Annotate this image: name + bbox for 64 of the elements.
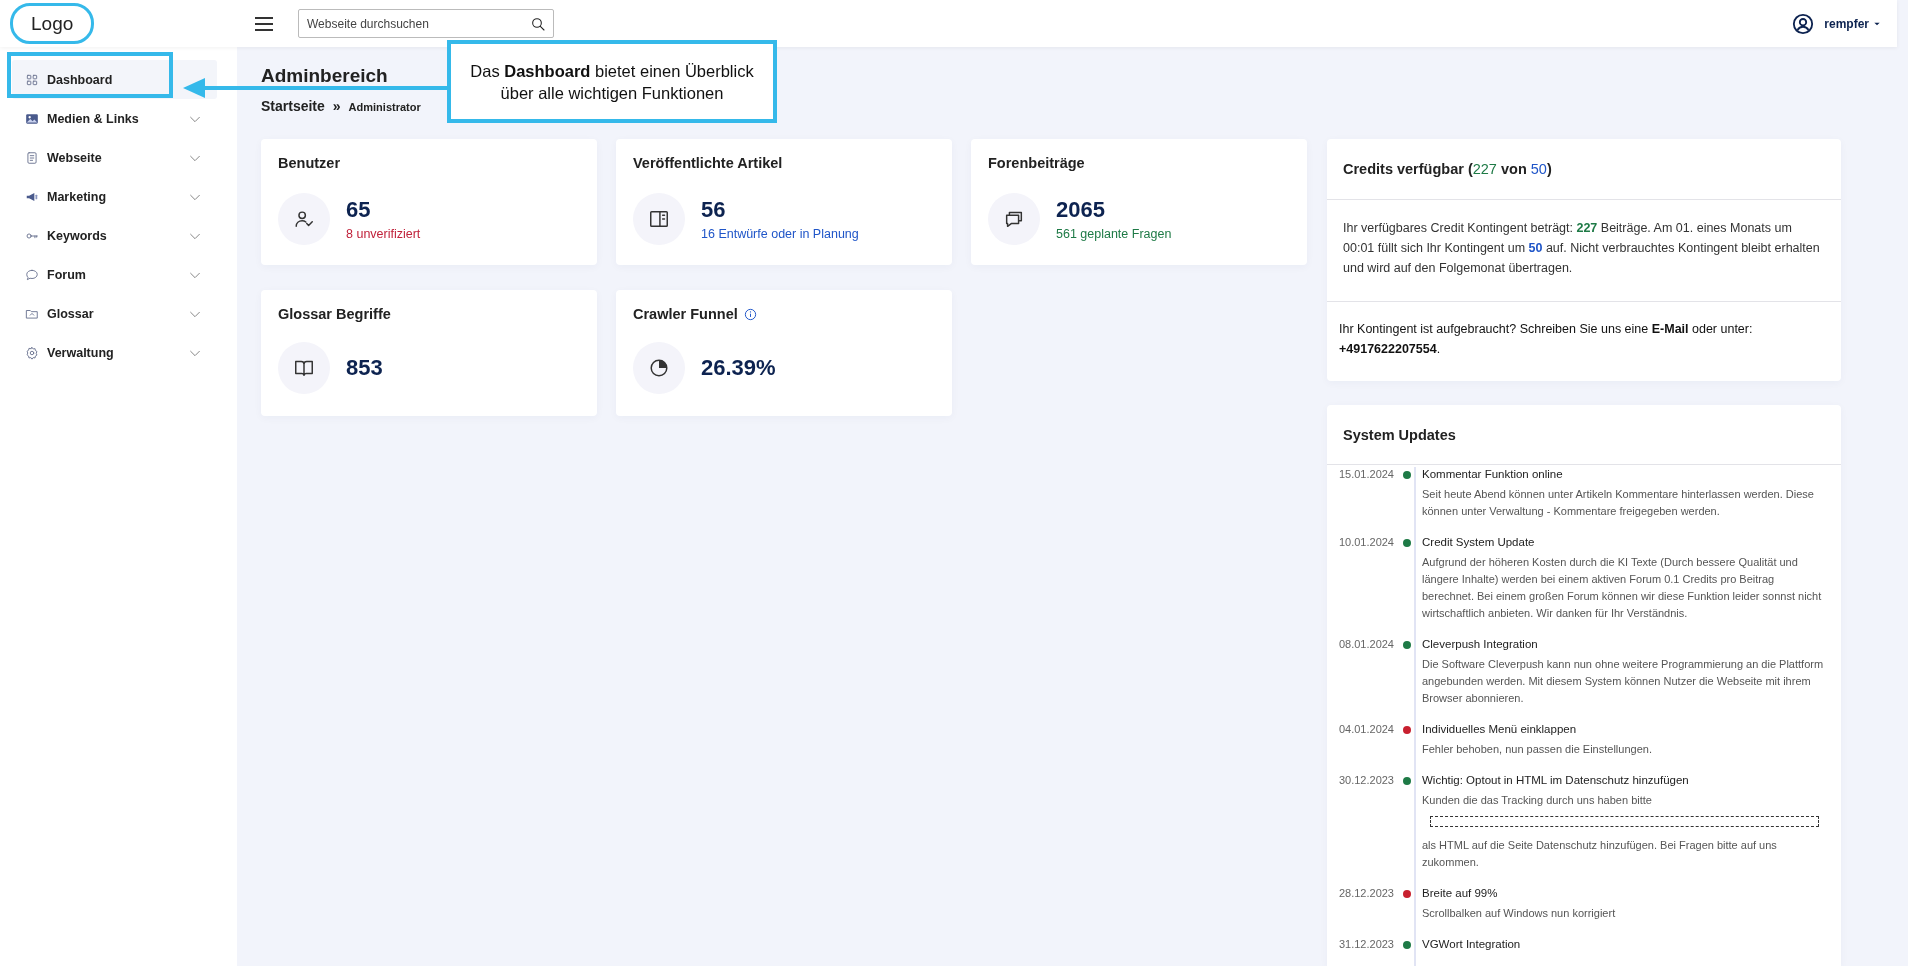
- card-title: Veröffentlichte Artikel: [633, 155, 783, 171]
- logo: Logo: [10, 3, 95, 44]
- user-avatar-icon[interactable]: [1792, 12, 1815, 35]
- update-date: 30.12.2023: [1337, 773, 1394, 788]
- document-icon: [25, 150, 39, 165]
- search-icon[interactable]: [530, 15, 546, 32]
- credits-text: Ihr verfügbares Credit Kontingent beträgt: 227 Beiträge. Am 01. eines Monats um 00:01 füllt sich Ihr Kontingent um 50 auf. Nicht verbrauchtes Kontingent bleibt erhalten und wird auf den Folgemonat übertragen.: [1343, 220, 1821, 277]
- speech-bubble-icon: [25, 267, 39, 282]
- update-title: VGWort Integration: [1422, 937, 1522, 952]
- stat-value: 2065: [1056, 197, 1106, 223]
- update-title: Cleverpush Integration: [1422, 637, 1539, 652]
- update-date: 08.01.2024: [1337, 637, 1394, 652]
- stat-note: 16 Entwürfe oder in Planung: [701, 227, 859, 241]
- stat-value: 853: [346, 355, 383, 381]
- card-title: System Updates: [1343, 426, 1456, 443]
- sidebar-item[interactable]: Keywords: [12, 216, 217, 255]
- stat-value: 56: [701, 197, 727, 223]
- sidebar-item[interactable]: Marketing: [12, 177, 217, 216]
- sidebar-item[interactable]: Glossar: [12, 294, 217, 333]
- breadcrumb-link[interactable]: Startseite: [261, 98, 325, 114]
- user-check-icon: [293, 208, 315, 230]
- update-text: Fehler behoben, nun passen die Einstellungen.: [1422, 742, 1653, 757]
- stat-note: 561 geplante Fragen: [1056, 227, 1172, 241]
- sidebar-item[interactable]: Medien & Links: [12, 99, 217, 138]
- update-title: Breite auf 99%: [1422, 886, 1499, 901]
- update-text: Kunden die das Tracking durch uns haben bitte: [1422, 793, 1653, 808]
- pie-chart-icon: [648, 357, 670, 379]
- stat-value: 26.39%: [701, 355, 776, 381]
- update-title: Individuelles Menü einklappen: [1422, 722, 1578, 737]
- panel-icon: [648, 208, 670, 230]
- card-title: Benutzer: [278, 155, 341, 171]
- update-date: 28.12.2023: [1337, 886, 1394, 901]
- image-icon: [25, 111, 39, 126]
- update-date: 10.01.2024: [1337, 535, 1394, 550]
- card-title: Credits verfügbar (227 von 50): [1343, 161, 1552, 177]
- page-title: Adminbereich: [261, 64, 388, 88]
- update-title: Wichtig: Optout in HTML im Datenschutz hinzufügen: [1422, 773, 1690, 788]
- update-date: 04.01.2024: [1337, 722, 1394, 737]
- callout-text: Das Dashboard bietet einen Überblick über alle wichtigen Funktionen: [469, 60, 755, 104]
- card-title: Crawler Funnel: [633, 306, 738, 322]
- update-date: 15.01.2024: [1337, 467, 1394, 482]
- update-title: Credit System Update: [1422, 535, 1536, 550]
- user-menu[interactable]: rempfer: [1824, 16, 1881, 31]
- card-title: Glossar Begriffe: [278, 306, 391, 322]
- breadcrumb-current: Administrator: [348, 101, 421, 113]
- update-text: Aufgrund der höheren Kosten durch die KI Texte (Durch bessere Qualität und längere Inhalte) werden bei einem aktiven Forum 0.1 Credits pro Beitrag berechnet. Bei einem großen Forum können wir diese Funktion leider sonnst nicht wirtschaftlich anbieten. Wir danken für Ihr Verständnis.: [1422, 555, 1823, 621]
- update-text: als HTML auf die Seite Datenschutz hinzufügen. Bei Fragen bitte auf uns zukommen.: [1422, 838, 1778, 870]
- grid-icon: [25, 72, 39, 87]
- update-title: Kommentar Funktion online: [1422, 467, 1564, 482]
- sidebar-item[interactable]: Webseite: [12, 138, 217, 177]
- search-field[interactable]: Webseite durchsuchen: [298, 9, 554, 38]
- contact-text: Ihr Kontingent ist aufgebraucht? Schreiben Sie uns eine E-Mail oder unter: +4917622207554.: [1339, 321, 1754, 358]
- sidebar-item[interactable]: Verwaltung: [12, 333, 217, 372]
- card-title: Forenbeiträge: [988, 155, 1085, 171]
- sidebar-item[interactable]: Forum: [12, 255, 217, 294]
- update-text: Die Software Cleverpush kann nun ohne weitere Programmierung an die Plattform angebunden werden. Mit diesem System können Nutzer die Webseite mit ihrem Browser abonnieren.: [1422, 657, 1825, 706]
- info-icon[interactable]: [743, 307, 757, 321]
- stat-value: 65: [346, 197, 372, 223]
- stat-note: 8 unverifiziert: [346, 227, 421, 241]
- gear-icon: [25, 345, 39, 360]
- update-text: Seit heute Abend können unter Artikeln Kommentare hinterlassen werden. Diese können unter Verwaltung - Kommentare freigegeben werden.: [1422, 487, 1815, 519]
- breadcrumb-separator: »: [332, 98, 341, 114]
- update-date: 31.12.2023: [1337, 937, 1394, 952]
- update-text: Scrollbalken auf Windows nun korrigiert: [1422, 906, 1617, 921]
